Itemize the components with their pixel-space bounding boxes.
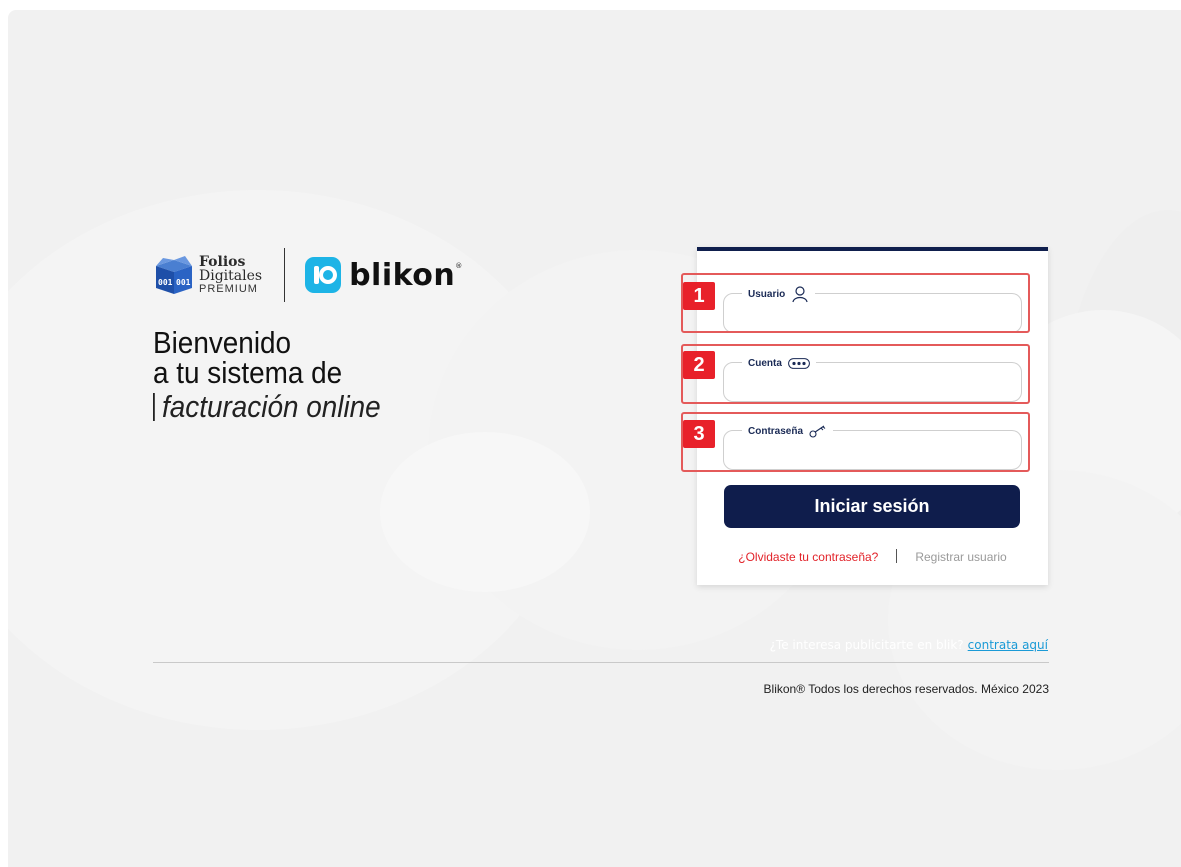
blikon-logo-icon [305,257,342,293]
copyright-text: Blikon® Todos los derechos reservados. M… [763,682,1049,696]
welcome-line3: facturación online [162,389,381,424]
cursor-bar [153,393,155,421]
promo-link[interactable]: contrata aquí [968,638,1048,652]
background-bubble [380,432,590,592]
welcome-line3-wrap: facturación online [153,388,381,426]
folios-wordmark: Folios Digitales PREMIUM [199,255,262,295]
annotation-box-2 [681,344,1030,404]
links-separator [896,549,898,563]
forgot-password-link[interactable]: ¿Olvidaste tu contraseña? [738,550,878,564]
folios-line2: Digitales [199,268,263,284]
annotation-badge-2: 2 [683,351,715,379]
blikon-name: blikon [349,257,456,293]
brand-divider [284,248,286,302]
promo-question: ¿Te interesa publicitarte en blik? [769,638,964,652]
annotation-badge-1: 1 [683,282,715,310]
register-link[interactable]: Registrar usuario [915,550,1006,564]
welcome-line1: Bienvenido [153,325,292,360]
svg-text:001: 001 [158,278,173,287]
annotation-badge-3: 3 [683,420,715,448]
card-links: ¿Olvidaste tu contraseña? Registrar usuar… [697,549,1048,564]
svg-text:001: 001 [176,278,191,287]
welcome-line2: a tu sistema de [153,355,343,390]
footer-divider [153,662,1049,663]
promo-text: ¿Te interesa publicitarte en blik? contra… [770,638,1048,652]
brand-header: 001 001 Folios Digitales PREMIUM blikon® [153,245,463,305]
annotation-box-1 [681,273,1030,333]
welcome-message: Bienvenido a tu sistema de facturación o… [153,325,406,426]
folios-box-logo-icon: 001 001 [153,254,195,296]
blikon-wordmark: blikon® [349,257,463,293]
login-button[interactable]: Iniciar sesión [724,485,1020,528]
folios-line3: PREMIUM [199,283,258,295]
annotation-box-3 [681,412,1030,472]
folios-line1: Folios [199,254,246,270]
